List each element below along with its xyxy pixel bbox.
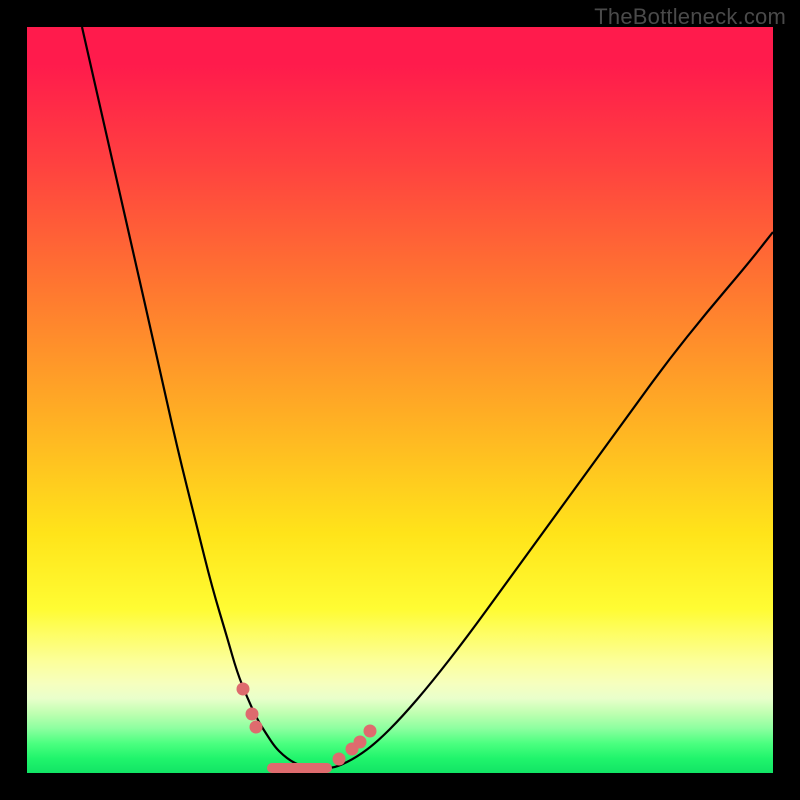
plot-area: [27, 27, 773, 773]
marker-dot: [237, 683, 250, 696]
marker-dot: [354, 736, 367, 749]
marker-dot: [364, 725, 377, 738]
marker-dots: [237, 683, 377, 766]
marker-dot: [246, 708, 259, 721]
marker-dot: [333, 753, 346, 766]
watermark-text: TheBottleneck.com: [594, 4, 786, 30]
marker-dot: [250, 721, 263, 734]
curves-svg: [27, 27, 773, 773]
curve-left: [82, 27, 305, 768]
curve-right: [327, 232, 773, 768]
chart-frame: TheBottleneck.com: [0, 0, 800, 800]
